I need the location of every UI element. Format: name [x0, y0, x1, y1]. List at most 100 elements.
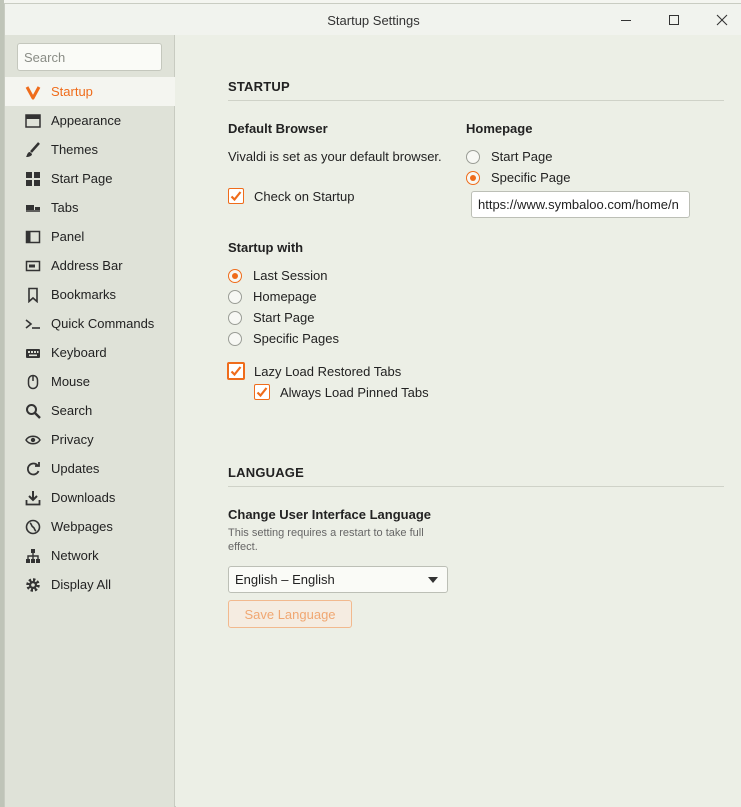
- language-label: Change User Interface Language: [228, 507, 431, 522]
- sidebar-item-address-bar[interactable]: Address Bar: [5, 251, 175, 280]
- sidebar-item-label: Panel: [51, 229, 85, 244]
- language-select-value: English – English: [235, 572, 335, 587]
- sidebar-item-appearance[interactable]: Appearance: [5, 106, 175, 135]
- refresh-icon: [25, 461, 41, 477]
- checkbox-check-icon: [228, 188, 244, 204]
- check-on-startup-label: Check on Startup: [254, 188, 355, 204]
- language-select[interactable]: English – English: [228, 566, 448, 593]
- settings-sidebar: Startup Appearance Themes Start Page Tab…: [5, 35, 175, 807]
- address-bar-icon: [25, 258, 41, 274]
- sidebar-item-label: Search: [51, 403, 93, 418]
- homepage-option-start-page[interactable]: Start Page: [466, 149, 552, 164]
- checkbox-check-icon: [254, 384, 270, 400]
- lazy-load-label: Lazy Load Restored Tabs: [254, 363, 402, 379]
- sidebar-item-mouse[interactable]: Mouse: [5, 367, 175, 396]
- title-bar: Startup Settings: [5, 4, 741, 35]
- sidebar-item-label: Updates: [51, 461, 100, 476]
- quick-commands-icon: [25, 316, 41, 332]
- radio-button: [228, 289, 242, 304]
- sidebar-item-label: Bookmarks: [51, 287, 117, 302]
- tabs-icon: [25, 200, 41, 216]
- sidebar-item-downloads[interactable]: Downloads: [5, 483, 175, 512]
- homepage-url-input[interactable]: [471, 191, 690, 218]
- radio-button: [228, 268, 242, 283]
- sidebar-item-label: Address Bar: [51, 258, 123, 273]
- language-note: This setting requires a restart to take …: [228, 527, 424, 553]
- checkbox-check-icon: [227, 362, 245, 380]
- vivaldi-logo-icon: [25, 84, 41, 100]
- radio-button: [466, 149, 480, 164]
- sidebar-item-privacy[interactable]: Privacy: [5, 425, 175, 454]
- settings-window: Startup Settings Startup Appearance Them…: [4, 3, 741, 807]
- sidebar-item-label: Startup: [51, 84, 93, 99]
- sidebar-item-label: Privacy: [51, 432, 94, 447]
- sidebar-item-label: Mouse: [51, 374, 91, 389]
- sidebar-item-display-all[interactable]: Display All: [5, 570, 175, 599]
- sidebar-item-start-page[interactable]: Start Page: [5, 164, 175, 193]
- sidebar-item-label: Quick Commands: [51, 316, 155, 331]
- sidebar-item-label: Appearance: [51, 113, 122, 128]
- homepage-option-label: Start Page: [491, 149, 553, 164]
- default-browser-status: Vivaldi is set as your default browser.: [228, 149, 442, 164]
- sidebar-item-quick-commands[interactable]: Quick Commands: [5, 309, 175, 338]
- sidebar-item-network[interactable]: Network: [5, 541, 175, 570]
- mouse-icon: [25, 374, 41, 390]
- startup-option-specific-pages[interactable]: Specific Pages: [228, 331, 339, 346]
- sidebar-item-label: Webpages: [51, 519, 113, 534]
- homepage-option-label: Specific Page: [491, 170, 571, 185]
- search-input[interactable]: [17, 43, 162, 71]
- settings-nav: Startup Appearance Themes Start Page Tab…: [5, 77, 175, 599]
- startup-option-last-session[interactable]: Last Session: [228, 268, 327, 283]
- minimize-icon: [621, 19, 631, 21]
- startup-option-homepage[interactable]: Homepage: [228, 289, 317, 304]
- bookmark-icon: [25, 287, 41, 303]
- brush-icon: [25, 141, 41, 158]
- startup-option-label: Last Session: [253, 268, 328, 283]
- grid-icon: [25, 171, 41, 187]
- maximize-button[interactable]: [651, 4, 697, 35]
- startup-option-label: Homepage: [253, 289, 317, 304]
- sidebar-item-themes[interactable]: Themes: [5, 135, 175, 164]
- close-button[interactable]: [699, 4, 741, 35]
- startup-heading: STARTUP: [228, 79, 724, 101]
- maximize-icon: [669, 14, 679, 25]
- search-icon: [25, 403, 41, 419]
- startup-with-label: Startup with: [228, 240, 304, 255]
- settings-content: STARTUP Default Browser Vivaldi is set a…: [176, 35, 741, 807]
- sidebar-item-label: Downloads: [51, 490, 116, 505]
- sidebar-item-keyboard[interactable]: Keyboard: [5, 338, 175, 367]
- chevron-down-icon: [428, 577, 438, 583]
- radio-button: [228, 331, 242, 346]
- globe-icon: [25, 519, 41, 535]
- homepage-label: Homepage: [466, 121, 533, 136]
- sidebar-item-webpages[interactable]: Webpages: [5, 512, 175, 541]
- sidebar-item-label: Start Page: [51, 171, 113, 186]
- default-browser-label: Default Browser: [228, 121, 328, 136]
- sidebar-item-label: Themes: [51, 142, 98, 157]
- download-icon: [25, 490, 41, 506]
- panel-icon: [25, 229, 41, 245]
- radio-button: [466, 170, 480, 185]
- gear-icon: [25, 577, 41, 593]
- startup-option-label: Start Page: [253, 310, 315, 325]
- startup-option-start-page[interactable]: Start Page: [228, 310, 314, 325]
- sidebar-item-bookmarks[interactable]: Bookmarks: [5, 280, 175, 309]
- startup-option-label: Specific Pages: [253, 331, 339, 346]
- save-language-button[interactable]: Save Language: [228, 600, 352, 628]
- sidebar-item-search[interactable]: Search: [5, 396, 175, 425]
- sidebar-item-panel[interactable]: Panel: [5, 222, 175, 251]
- radio-button: [228, 310, 242, 325]
- sidebar-item-updates[interactable]: Updates: [5, 454, 175, 483]
- always-load-pinned-checkbox[interactable]: Always Load Pinned Tabs: [254, 384, 429, 400]
- keyboard-icon: [25, 345, 41, 361]
- check-on-startup-checkbox[interactable]: Check on Startup: [228, 188, 354, 204]
- network-icon: [25, 548, 41, 564]
- sidebar-item-tabs[interactable]: Tabs: [5, 193, 175, 222]
- lazy-load-checkbox[interactable]: Lazy Load Restored Tabs: [227, 362, 402, 380]
- appearance-icon: [25, 113, 41, 129]
- sidebar-item-label: Display All: [51, 577, 111, 592]
- close-icon: [716, 14, 728, 25]
- sidebar-item-startup[interactable]: Startup: [5, 77, 175, 106]
- minimize-button[interactable]: [603, 4, 649, 35]
- homepage-option-specific-page[interactable]: Specific Page: [466, 170, 571, 185]
